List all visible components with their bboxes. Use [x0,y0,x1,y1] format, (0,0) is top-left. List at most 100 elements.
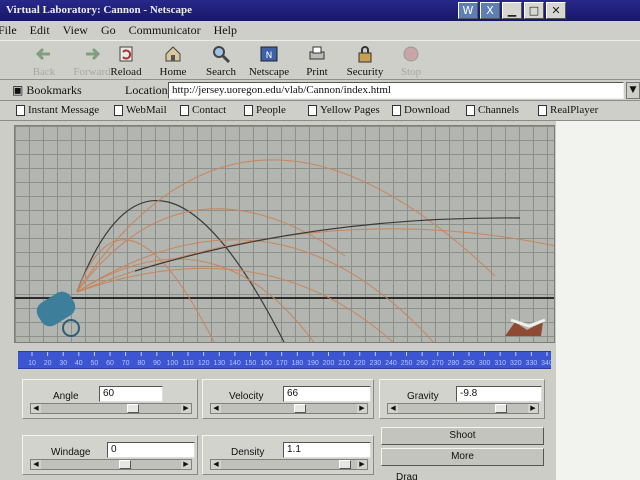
url-input[interactable]: http://jersey.uoregon.edu/vlab/Cannon/in… [168,82,624,99]
location-bar: ▣ Bookmarks Location: http://jersey.uore… [0,80,640,101]
bookmark-label: Download [404,104,450,116]
slider-left-arrow-icon[interactable]: ◀ [211,404,221,413]
ruler-tick-label: 50 [91,360,99,367]
gravity-input[interactable]: -9.8 [456,386,542,402]
bookmark-webmail[interactable]: WebMail [114,104,167,116]
ruler-tick-label: 160 [260,360,272,367]
windage-input[interactable]: 0 [107,442,195,458]
bookmark-label: People [256,104,286,116]
menu-help[interactable]: Help [214,23,237,38]
ruler-tick-label: 240 [385,360,397,367]
bookmark-channels[interactable]: Channels [466,104,519,116]
ruler-tick-label: 260 [416,360,428,367]
bookmarks-label: Bookmarks [26,83,82,97]
ruler-tick-label: 130 [213,360,225,367]
back-button[interactable]: Back [17,44,71,78]
ruler-tick-label: 90 [153,360,161,367]
ruler-tick-label: 180 [291,360,303,367]
ruler-tick-label: 250 [401,360,413,367]
density-slider-thumb[interactable] [339,460,351,469]
ruler-tick-label: 330 [526,360,538,367]
ruler-tick-label: 10 [28,360,36,367]
excel-app-icon[interactable]: X [480,2,500,19]
gravity-panel: Gravity -9.8 ◀ ▶ [379,379,545,419]
bookmark-instant-message[interactable]: Instant Message [16,104,99,116]
bookmark-label: Contact [192,104,227,116]
netscape-icon: N [242,44,296,64]
ruler-tick-label: 190 [307,360,319,367]
slider-right-arrow-icon[interactable]: ▶ [357,460,367,469]
bookmark-yellow-pages[interactable]: Yellow Pages [308,104,380,116]
velocity-slider-thumb[interactable] [294,404,306,413]
slider-right-arrow-icon[interactable]: ▶ [181,404,191,413]
ruler-tick-label: 270 [432,360,444,367]
velocity-slider[interactable]: ◀ ▶ [210,403,368,414]
density-slider[interactable]: ◀ ▶ [210,459,368,470]
page-background [556,121,640,480]
slider-right-arrow-icon[interactable]: ▶ [528,404,538,413]
print-button[interactable]: Print [290,44,344,78]
windage-slider[interactable]: ◀ ▶ [30,459,192,470]
ruler-tick-label: 110 [182,360,193,367]
word-app-icon[interactable]: W [458,2,478,19]
ruler-tick-label: 210 [338,360,350,367]
stop-button[interactable]: Stop [384,44,438,78]
velocity-input[interactable]: 66 [283,386,371,402]
angle-slider[interactable]: ◀ ▶ [30,403,192,414]
toolbar-label: Back [32,66,56,78]
slider-right-arrow-icon[interactable]: ▶ [181,460,191,469]
ruler-tick-label: 40 [75,360,83,367]
slider-left-arrow-icon[interactable]: ◀ [31,404,41,413]
angle-slider-thumb[interactable] [127,404,139,413]
reload-button[interactable]: Reload [99,44,153,78]
bookmarks-button[interactable]: ▣ Bookmarks [12,83,82,98]
bookmark-label: RealPlayer [550,104,599,116]
maximize-icon[interactable]: □ [524,2,544,19]
window-title: Virtual Laboratory: Cannon - Netscape [6,4,192,16]
windage-panel: Windage 0 ◀ ▶ [22,435,198,475]
bookmark-label: WebMail [126,104,167,116]
toolbar-label: Netscape [248,66,290,78]
angle-input[interactable]: 60 [99,386,163,402]
url-dropdown-icon[interactable]: ▼ [626,82,640,99]
density-input[interactable]: 1.1 [283,442,371,458]
slider-left-arrow-icon[interactable]: ◀ [31,460,41,469]
minimize-icon[interactable]: ▁ [502,2,522,19]
angle-label: Angle [53,391,79,402]
windage-slider-thumb[interactable] [119,460,131,469]
search-icon [194,44,248,64]
netscape-button[interactable]: N Netscape [242,44,296,78]
slider-right-arrow-icon[interactable]: ▶ [357,404,367,413]
trajectory-line [76,239,215,342]
more-button[interactable]: More [381,448,544,466]
bookmark-people[interactable]: People [244,104,286,116]
trajectory-line [76,267,394,342]
cannon-icon [36,291,80,337]
bookmark-label: Instant Message [28,104,100,116]
distance-ruler: 10 20 30 40 50 60 70 80 90 100 110 120 130 140 150 160 1… [18,351,551,369]
slider-left-arrow-icon[interactable]: ◀ [211,460,221,469]
menu-view[interactable]: View [63,23,88,38]
density-panel: Density 1.1 ◀ ▶ [202,435,374,475]
bookmark-realplayer[interactable]: RealPlayer [538,104,598,116]
search-button[interactable]: Search [194,44,248,78]
menu-edit[interactable]: Edit [30,23,50,38]
page-content: 10 20 30 40 50 60 70 80 90 100 110 120 130 140 150 160 1… [0,121,640,480]
home-button[interactable]: Home [146,44,200,78]
ruler-tick-label: 60 [106,360,114,367]
gravity-slider-thumb[interactable] [495,404,507,413]
ruler-tick-label: 170 [276,360,288,367]
trajectory-line [76,159,496,293]
close-icon[interactable]: ✕ [546,2,566,19]
shoot-button[interactable]: Shoot [381,427,544,445]
menu-file[interactable]: File [0,23,17,38]
gravity-label: Gravity [407,391,439,402]
menu-communicator[interactable]: Communicator [129,23,201,38]
window-buttons: W X ▁ □ ✕ [458,2,566,20]
bookmark-contact[interactable]: Contact [180,104,226,116]
menu-go[interactable]: Go [101,23,116,38]
slider-left-arrow-icon[interactable]: ◀ [388,404,398,413]
gravity-slider[interactable]: ◀ ▶ [387,403,539,414]
ruler-tick-label: 220 [354,360,366,367]
bookmark-download[interactable]: Download [392,104,450,116]
